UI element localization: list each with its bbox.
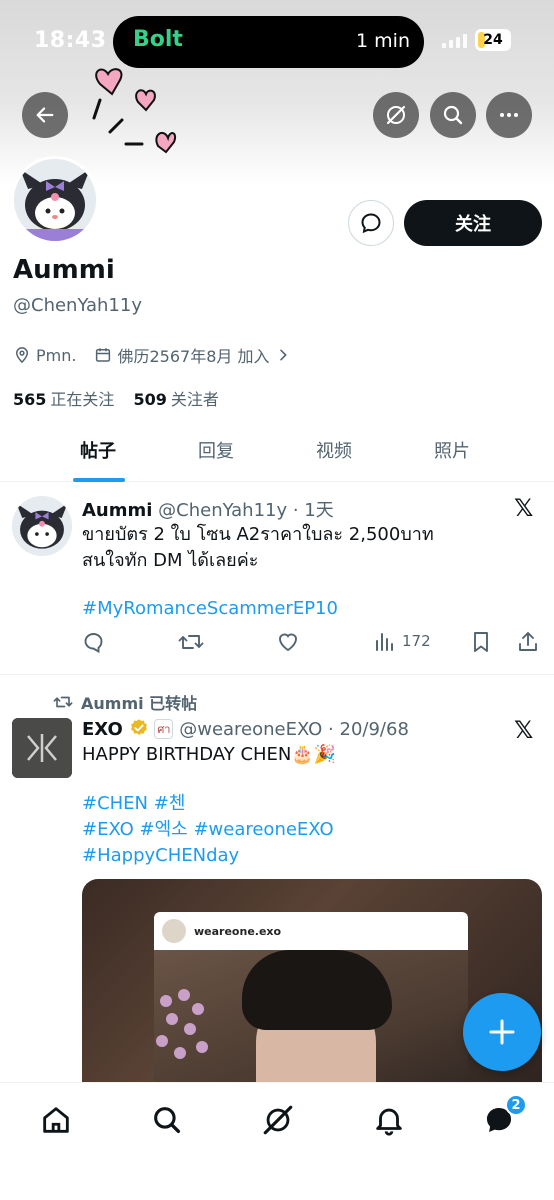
search-button[interactable] (430, 92, 476, 138)
kuromi-avatar-image (12, 496, 72, 556)
bookmark-icon (474, 632, 488, 652)
grok-icon[interactable] (261, 1103, 295, 1137)
tweet-meta: @weareoneEXO · 20/9/68 (179, 719, 409, 740)
views-icon (376, 633, 393, 651)
eta-label: 1 min (356, 30, 410, 52)
profile-handle: @ChenYah11y (13, 295, 142, 316)
affiliate-badge: ศา (154, 719, 174, 739)
hashtag-link[interactable]: #MyRomanceScammerEP10 (82, 596, 338, 622)
dynamic-island[interactable]: Bolt 1 min (113, 16, 424, 68)
tweet-actions: 172 (82, 630, 544, 656)
like-button[interactable] (276, 630, 300, 654)
bottom-navigation (0, 1082, 554, 1200)
profile-tabs: 帖子 回复 视频 照片 (0, 420, 554, 482)
x-logo-icon: 𝕏 (514, 494, 534, 522)
plus-icon (489, 1019, 515, 1045)
kuromi-avatar-image (14, 159, 96, 241)
grok-button[interactable] (373, 92, 419, 138)
status-time: 18:43 (34, 28, 107, 53)
followers-label: 关注者 (170, 390, 219, 409)
joined-item[interactable]: 佛历2567年8月 加入 (94, 343, 296, 367)
tab-videos[interactable]: 视频 (316, 437, 352, 463)
views-count: 172 (402, 632, 431, 650)
active-tab-indicator (73, 478, 125, 482)
bolt-app-label: Bolt (133, 27, 183, 52)
search-icon[interactable] (150, 1103, 184, 1137)
home-icon[interactable] (39, 1103, 73, 1137)
followers-link[interactable]: 509 关注者 (134, 390, 219, 409)
message-icon (361, 213, 381, 234)
profile-avatar[interactable] (11, 156, 99, 244)
tab-replies[interactable]: 回复 (198, 437, 234, 463)
search-icon (443, 105, 463, 125)
retweet-label: Aummi 已转帖 (81, 694, 198, 713)
display-name: Aummi (13, 255, 115, 285)
tweet-body: ขายบัตร 2 ใบ โซน A2ราคาใบละ 2,500บาท สนใ… (82, 522, 434, 574)
following-label: 正在关注 (50, 390, 115, 409)
chevron-right-icon (280, 349, 288, 361)
followers-count: 509 (133, 390, 167, 409)
tweet-avatar[interactable] (12, 496, 72, 556)
exo-avatar[interactable] (12, 718, 72, 778)
location-item: Pmn. (13, 346, 76, 365)
more-button[interactable] (486, 92, 532, 138)
reply-icon (84, 633, 103, 654)
exo-logo-image (12, 718, 72, 778)
retweet-indicator: Aummi 已转帖 (53, 690, 197, 714)
share-button[interactable] (516, 630, 540, 654)
retweet-button[interactable] (178, 630, 204, 654)
battery-level: 24 (483, 32, 503, 48)
instagram-header: weareone.exo (154, 912, 468, 950)
tweet-author-name[interactable]: EXO (82, 719, 123, 740)
compose-button[interactable] (463, 993, 541, 1071)
hashtag-line[interactable]: #EXO #엑소 #weareoneEXO (82, 817, 334, 843)
following-link[interactable]: 565 正在关注 (13, 390, 114, 409)
tab-posts[interactable]: 帖子 (80, 437, 116, 463)
calendar-icon (96, 348, 111, 362)
follow-counts: 565 正在关注 509 关注者 (13, 386, 219, 410)
message-button[interactable] (348, 200, 394, 246)
follow-button[interactable]: 关注 (404, 200, 542, 246)
reply-button[interactable] (82, 630, 106, 654)
slash-circle-icon (386, 105, 406, 125)
tweet-meta: @ChenYah11y · 1天 (158, 500, 334, 521)
back-button[interactable] (22, 92, 68, 138)
verified-icon (130, 719, 147, 735)
tweet-author-name[interactable]: Aummi (82, 500, 152, 521)
hashtag-line[interactable]: #HappyCHENday (82, 843, 239, 869)
tweet-line: สนใจทัก DM ได้เลยค่ะ (82, 550, 259, 571)
more-icon (500, 113, 518, 117)
retweet-icon (53, 696, 73, 708)
share-icon (519, 632, 537, 651)
following-count: 565 (13, 390, 47, 409)
battery-icon: 24 (475, 29, 511, 51)
like-icon (279, 633, 297, 652)
back-arrow-icon (36, 107, 54, 123)
bell-icon[interactable] (372, 1103, 406, 1137)
tweet-line: HAPPY BIRTHDAY CHEN🎂🎉 (82, 744, 337, 765)
flower-decoration (152, 989, 232, 1089)
tweet-header: Aummi @ChenYah11y · 1天 (82, 496, 334, 522)
instagram-avatar (162, 919, 186, 943)
hashtag-line[interactable]: #CHEN #첸 (82, 791, 185, 817)
signal-icon (442, 32, 470, 48)
joined-text: 佛历2567年8月 加入 (117, 347, 270, 366)
bookmark-button[interactable] (470, 630, 492, 654)
location-icon (15, 347, 29, 364)
portrait-hair (242, 950, 392, 1030)
location-text: Pmn. (36, 345, 77, 365)
messages-badge: 2 (505, 1094, 527, 1116)
tweet-line: ขายบัตร 2 ใบ โซน A2ราคาใบละ 2,500บาท (82, 524, 434, 545)
tweet-divider (0, 674, 554, 675)
retweet-icon (178, 635, 204, 649)
instagram-account: weareone.exo (194, 924, 282, 938)
tab-photos[interactable]: 照片 (434, 437, 470, 463)
banner-doodle (92, 68, 177, 154)
views-button[interactable]: 172 (374, 630, 431, 652)
profile-meta: Pmn. 佛历2567年8月 加入 (13, 343, 314, 367)
x-logo-icon: 𝕏 (514, 716, 534, 744)
tweet-header: EXO ศา @weareoneEXO · 20/9/68 (82, 718, 409, 740)
